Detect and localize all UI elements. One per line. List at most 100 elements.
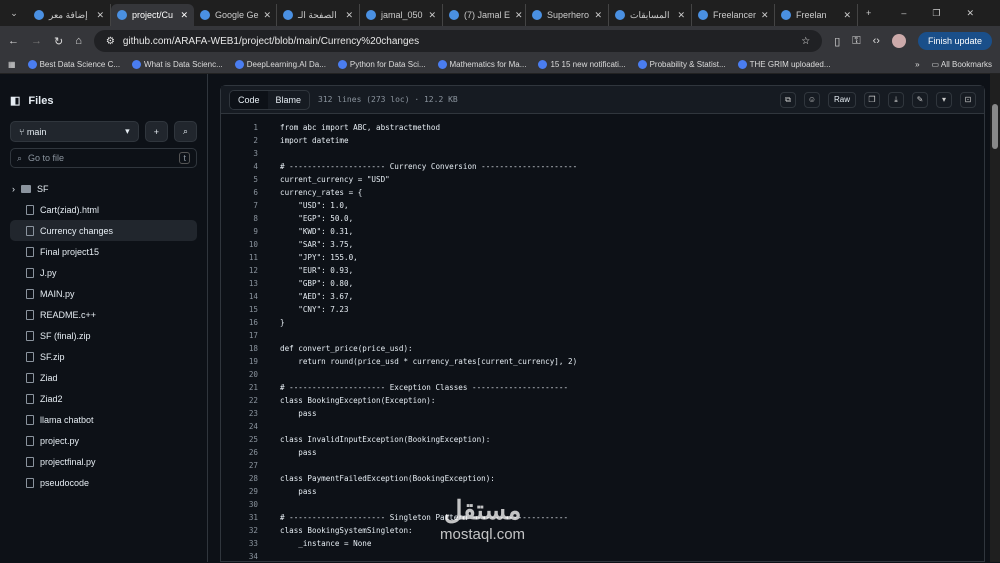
line-number[interactable]: 12 — [221, 266, 258, 275]
line-number[interactable]: 34 — [221, 552, 258, 561]
finish-update-button[interactable]: Finish update — [917, 32, 992, 50]
browser-tab[interactable]: jamal_050 ✕ — [360, 4, 443, 26]
browser-tab[interactable]: الصفحة الـ ✕ — [277, 4, 360, 26]
line-number[interactable]: 32 — [221, 526, 258, 535]
new-tab-icon[interactable]: + — [866, 8, 871, 18]
bookmark-item[interactable]: THE GRIM uploaded... — [737, 60, 831, 70]
bookmark-item[interactable]: Probability & Statist... — [637, 60, 726, 70]
line-number[interactable]: 3 — [221, 149, 258, 158]
add-file-button[interactable]: + — [144, 121, 168, 142]
browser-tab[interactable]: (7) Jamal E ✕ — [443, 4, 526, 26]
file-tree-item[interactable]: Ziad2 — [10, 388, 197, 409]
close-icon[interactable]: ✕ — [677, 10, 685, 21]
file-tree-item[interactable]: llama chatbot — [10, 409, 197, 430]
line-number[interactable]: 6 — [221, 188, 258, 197]
line-number[interactable]: 31 — [221, 513, 258, 522]
browser-tab[interactable]: Superhero ✕ — [526, 4, 609, 26]
close-icon[interactable]: ✕ — [345, 10, 353, 21]
line-number[interactable]: 1 — [221, 123, 258, 132]
line-number[interactable]: 21 — [221, 383, 258, 392]
file-tree-item[interactable]: SF (final).zip — [10, 325, 197, 346]
bookmark-item[interactable]: Best Data Science C... — [27, 60, 120, 70]
line-number[interactable]: 15 — [221, 305, 258, 314]
tab-search-icon[interactable]: ⌄ — [0, 8, 28, 19]
go-to-file-input[interactable]: ⌕ Go to file t — [10, 148, 197, 168]
line-number[interactable]: 30 — [221, 500, 258, 509]
file-tree-item[interactable]: Cart(ziad).html — [10, 199, 197, 220]
browser-tab[interactable]: Freelancer ✕ — [692, 4, 775, 26]
line-number[interactable]: 14 — [221, 292, 258, 301]
download-icon[interactable]: ⤓ — [888, 91, 904, 108]
browser-tab[interactable]: إضافة معر ✕ — [28, 4, 111, 26]
line-number[interactable]: 5 — [221, 175, 258, 184]
close-icon[interactable]: ✕ — [428, 10, 436, 21]
all-bookmarks[interactable]: ▭ All Bookmarks — [932, 60, 992, 69]
window-controls[interactable]: –❐✕ — [901, 8, 1000, 19]
close-icon[interactable]: ✕ — [180, 10, 188, 21]
tab-code[interactable]: Code — [230, 90, 268, 109]
line-number[interactable]: 29 — [221, 487, 258, 496]
bookmark-item[interactable]: DeepLearning.AI Da... — [234, 60, 326, 70]
file-tree-item[interactable]: Final project15 — [10, 241, 197, 262]
url-input[interactable]: ⚙ github.com/ARAFA-WEB1/project/blob/main… — [93, 30, 823, 52]
close-icon[interactable]: ✕ — [761, 10, 769, 21]
close-icon[interactable]: ✕ — [264, 10, 272, 21]
copilot-chat-icon[interactable]: ☺ — [803, 91, 820, 108]
line-number[interactable]: 16 — [221, 318, 258, 327]
line-number[interactable]: 28 — [221, 474, 258, 483]
line-number[interactable]: 18 — [221, 344, 258, 353]
line-number[interactable]: 8 — [221, 214, 258, 223]
symbols-panel-icon[interactable]: ⊡ — [960, 91, 976, 108]
line-number[interactable]: 25 — [221, 435, 258, 444]
edit-dropdown-icon[interactable]: ▾ — [936, 91, 952, 108]
line-number[interactable]: 27 — [221, 461, 258, 470]
file-tree-item[interactable]: projectfinal.py — [10, 451, 197, 472]
branch-selector[interactable]: ⑂ main ▾ — [10, 121, 139, 142]
line-number[interactable]: 4 — [221, 162, 258, 171]
search-button[interactable]: ⌕ — [173, 121, 197, 142]
file-tree-item[interactable]: Currency changes — [10, 220, 197, 241]
file-tree-item[interactable]: project.py — [10, 430, 197, 451]
tab-blame[interactable]: Blame — [268, 91, 310, 109]
file-tree-item[interactable]: pseudocode — [10, 472, 197, 493]
close-icon[interactable]: ✕ — [843, 10, 851, 21]
file-tree-item[interactable]: J.py — [10, 262, 197, 283]
site-info-icon[interactable]: ⚙ — [106, 36, 115, 47]
more-bookmarks-icon[interactable]: » — [915, 60, 919, 69]
raw-button[interactable]: Raw — [827, 91, 856, 108]
copilot-icon[interactable]: ⧉ — [779, 91, 796, 108]
bookmark-item[interactable]: What is Data Scienc... — [132, 60, 223, 70]
file-tree-item[interactable]: MAIN.py — [10, 283, 197, 304]
line-number[interactable]: 7 — [221, 201, 258, 210]
back-icon[interactable]: ← — [8, 35, 19, 47]
line-number[interactable]: 2 — [221, 136, 258, 145]
edit-icon[interactable]: ✎ — [912, 91, 928, 108]
line-number[interactable]: 9 — [221, 227, 258, 236]
file-tree-item[interactable]: Ziad — [10, 367, 197, 388]
browser-tab[interactable]: المسابقات ✕ — [609, 4, 692, 26]
line-number[interactable]: 13 — [221, 279, 258, 288]
browser-tab[interactable]: project/Cu ✕ — [111, 4, 194, 26]
line-number[interactable]: 33 — [221, 539, 258, 548]
bookmark-star-icon[interactable]: ☆ — [801, 36, 810, 47]
forward-icon[interactable]: → — [31, 35, 42, 47]
line-number[interactable]: 17 — [221, 331, 258, 340]
scrollbar[interactable] — [990, 74, 1000, 562]
copy-icon[interactable]: ❐ — [864, 91, 880, 108]
password-icon[interactable]: ⚿ — [852, 35, 860, 48]
reload-icon[interactable]: ↻ — [54, 35, 63, 48]
file-tree-item[interactable]: README.c++ — [10, 304, 197, 325]
close-icon[interactable]: ✕ — [96, 10, 104, 21]
line-number[interactable]: 24 — [221, 422, 258, 431]
line-number[interactable]: 11 — [221, 253, 258, 262]
file-tree-item[interactable]: › SF — [10, 178, 197, 199]
line-number[interactable]: 10 — [221, 240, 258, 249]
line-number[interactable]: 23 — [221, 409, 258, 418]
collapse-sidebar-icon[interactable]: ◧ — [10, 94, 20, 107]
close-icon[interactable]: ✕ — [594, 10, 602, 21]
file-tree-item[interactable]: SF.zip — [10, 346, 197, 367]
browser-tab[interactable]: Freelan ✕ — [775, 4, 858, 26]
home-icon[interactable]: ⌂ — [75, 35, 82, 47]
bookmark-item[interactable]: Mathematics for Ma... — [437, 60, 526, 70]
extensions-icon[interactable]: ▯ — [834, 35, 840, 48]
